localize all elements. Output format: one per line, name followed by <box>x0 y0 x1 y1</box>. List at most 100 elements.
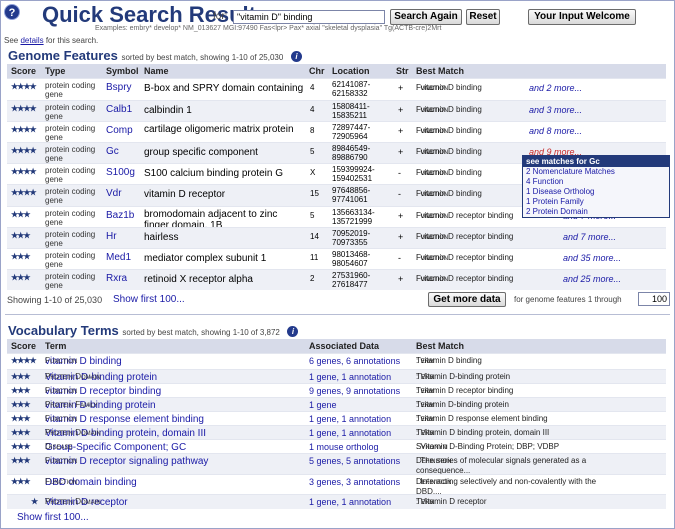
genome-show-first-link[interactable]: Show first 100... <box>113 294 185 305</box>
tooltip-item[interactable]: 2 Protein Domain <box>523 207 669 217</box>
best-match-text: : vitamin D binding <box>416 356 482 365</box>
associated-data-text[interactable]: 1 gene, 1 annotation <box>309 414 391 424</box>
get-more-data-button[interactable]: Get more data <box>428 292 506 307</box>
associated-data-text[interactable]: 6 genes, 6 annotations <box>309 356 400 366</box>
and-more-link[interactable]: and 8 more... <box>529 126 582 136</box>
symbol-link[interactable]: S100g <box>106 168 135 178</box>
location: 70952019-70973355 <box>332 229 371 247</box>
symbol-link[interactable]: Baz1b <box>106 211 134 221</box>
examples-text: Examples: embry* develop* NM_013627 MGI:… <box>95 25 442 32</box>
feature-type: protein coding gene <box>45 251 96 269</box>
chromosome: 15 <box>310 189 319 198</box>
best-match-text: : Vitamin D-Binding Protein; DBP; VDBP <box>416 442 560 451</box>
term-category: Protein Family <box>45 400 98 409</box>
and-more-link[interactable]: and 7 more... <box>563 232 616 242</box>
location: 98013468-98054607 <box>332 250 371 268</box>
best-match: Term : vitamin D response element bindin… <box>416 414 666 424</box>
genome-table-header: Score Type Symbol Name Chr Location Str … <box>7 64 666 78</box>
vocab-term: Function : vitamin D receptor signaling … <box>45 456 209 467</box>
symbol-text[interactable]: Med1 <box>106 252 131 263</box>
col-location[interactable]: Location <box>332 66 370 76</box>
col-type[interactable]: Type <box>45 66 65 76</box>
col-name[interactable]: Name <box>144 66 169 76</box>
best-match-text: : vitamin D binding <box>416 147 482 156</box>
symbol-text[interactable]: Calb1 <box>106 104 132 115</box>
col-score[interactable]: Score <box>11 66 36 76</box>
symbol-text[interactable]: Vdr <box>106 188 122 199</box>
and-more-link[interactable]: and 35 more... <box>563 253 621 263</box>
symbol-link[interactable]: Vdr <box>106 189 122 199</box>
tooltip-item[interactable]: 1 Protein Family <box>523 197 669 207</box>
location: 135663134-135721999 <box>332 208 375 226</box>
genome-footer-showing: Showing 1-10 of 25,030 <box>7 295 103 305</box>
tooltip-item[interactable]: 4 Function <box>523 177 669 187</box>
associated-data-text[interactable]: 9 genes, 9 annotations <box>309 386 400 396</box>
feature-name: mediator complex subunit 1 <box>144 253 267 264</box>
symbol-link[interactable]: Hr <box>106 232 117 242</box>
symbol-text[interactable]: Gc <box>106 146 119 157</box>
and-more-link[interactable]: and 2 more... <box>529 83 582 93</box>
symbol-link[interactable]: Gc <box>106 147 119 157</box>
col-symbol[interactable]: Symbol <box>106 66 139 76</box>
tooltip-item[interactable]: 1 Disease Ortholog <box>523 187 669 197</box>
feature-type: protein coding gene <box>45 209 96 227</box>
best-match-text: : vitamin D response element binding <box>416 414 548 423</box>
tooltip-item[interactable]: 2 Nomenclature Matches <box>523 167 669 177</box>
symbol-link[interactable]: Calb1 <box>106 105 132 115</box>
best-match-text: : vitamin D receptor binding <box>416 386 514 395</box>
col-score[interactable]: Score <box>11 341 36 351</box>
associated-data-text[interactable]: 3 genes, 3 annotations <box>309 477 400 487</box>
info-icon[interactable]: i <box>287 326 299 338</box>
details-link[interactable]: details <box>20 36 43 45</box>
chromosome: 4 <box>310 83 315 92</box>
feature-type: protein coding gene <box>45 103 96 121</box>
score-stars: ★★★ <box>11 477 30 486</box>
info-icon[interactable]: i <box>290 51 302 63</box>
feature-name: hairless <box>144 232 179 243</box>
associated-data-text[interactable]: 1 gene, 1 annotation <box>309 428 391 438</box>
feature-name: group specific component <box>144 147 258 158</box>
reset-button[interactable]: Reset <box>466 9 500 25</box>
associated-data-text[interactable]: 1 gene, 1 annotation <box>309 372 391 382</box>
symbol-text[interactable]: Baz1b <box>106 210 134 221</box>
symbol-link[interactable]: Med1 <box>106 253 131 263</box>
col-term[interactable]: Term <box>45 341 66 351</box>
col-best-match[interactable]: Best Match <box>416 341 464 351</box>
symbol-link[interactable]: Bspry <box>106 83 132 93</box>
symbol-text[interactable]: Bspry <box>106 82 132 93</box>
score-stars: ★★★★ <box>11 167 37 176</box>
and-more-link[interactable]: and 3 more... <box>529 105 582 115</box>
location: 27531960-27618477 <box>332 271 371 289</box>
term-category: Function <box>45 414 78 423</box>
through-input[interactable] <box>638 292 670 306</box>
associated-data-text[interactable]: 1 gene <box>309 400 337 410</box>
symbol-text[interactable]: Hr <box>106 231 117 242</box>
symbol-text[interactable]: Comp <box>106 125 133 136</box>
associated-data-link: 1 mouse ortholog <box>309 442 379 452</box>
help-icon[interactable]: ? <box>4 4 20 20</box>
associated-data-text[interactable]: 1 gene, 1 annotation <box>309 497 391 507</box>
associated-data-text[interactable]: 1 mouse ortholog <box>309 442 379 452</box>
feature-type: protein coding gene <box>45 145 96 163</box>
col-associated-data[interactable]: Associated Data <box>309 341 379 351</box>
best-match: Term : vitamin D-binding protein <box>416 400 666 410</box>
score-stars: ★★★ <box>11 400 30 409</box>
associated-data-text[interactable]: 5 genes, 5 annotations <box>309 456 400 466</box>
col-str[interactable]: Str <box>396 66 409 76</box>
your-input-welcome-button[interactable]: Your Input Welcome <box>528 9 636 25</box>
strand: - <box>398 253 401 263</box>
col-best-match[interactable]: Best Match <box>416 66 464 76</box>
score-stars: ★★★ <box>11 442 30 451</box>
score-stars: ★★★★ <box>11 188 37 197</box>
search-again-button[interactable]: Search Again <box>390 9 462 25</box>
search-input[interactable] <box>233 10 385 24</box>
vocab-term: Protein Family : vitamin D-binding prote… <box>45 400 156 411</box>
vocab-show-first-link[interactable]: Show first 100... <box>17 512 89 523</box>
symbol-link[interactable]: Comp <box>106 126 133 136</box>
and-more-link[interactable]: and 25 more... <box>563 274 621 284</box>
symbol-text[interactable]: Rxra <box>106 273 127 284</box>
table-row: ★★★ protein coding gene Rxra retinoid X rec… <box>7 269 666 290</box>
col-chr[interactable]: Chr <box>309 66 325 76</box>
symbol-link[interactable]: Rxra <box>106 274 127 284</box>
symbol-text[interactable]: S100g <box>106 167 135 178</box>
